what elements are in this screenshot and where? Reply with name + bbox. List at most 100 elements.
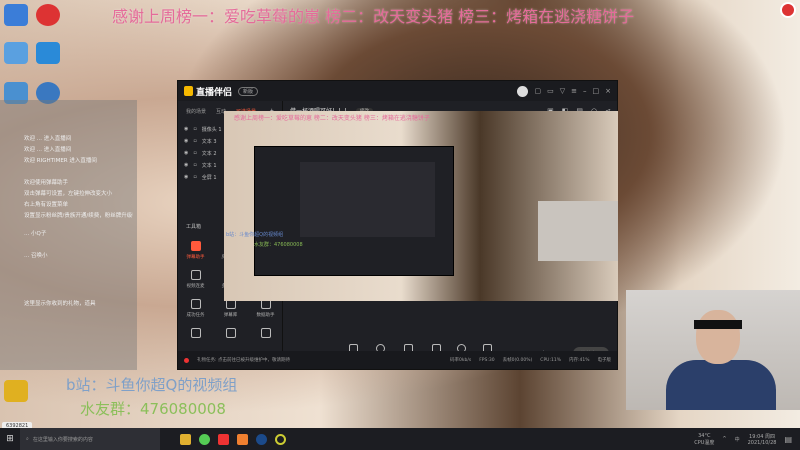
eye-icon[interactable]: ◉ (184, 138, 188, 144)
file-explorer-icon[interactable] (180, 433, 191, 445)
app-name: 直播伴侣 (196, 87, 233, 98)
status-message: 礼物任务: 点击前往已被升级维护中，敬请期待 (197, 358, 290, 363)
tool-danmaku-lib[interactable]: 弹幕库 (213, 299, 248, 318)
cpu-temp: 34°C CPU温度 (694, 433, 714, 446)
desktop-icon[interactable] (4, 4, 28, 26)
memory-usage: 内存:41% (568, 358, 590, 363)
search-placeholder: 在这里输入你要搜索的内容 (32, 436, 93, 443)
clock-time: 19:04 周四 (749, 433, 776, 440)
tool-label: 成功任务 (186, 313, 205, 318)
app-shortcut-icon[interactable] (780, 2, 796, 18)
tool-data-helper[interactable]: 数据助手 (248, 299, 283, 318)
preview-banner: 感谢上周榜一：爱吃草莓的崽 榜二：改天变头猪 榜三：烤箱在逃浇糖饼子 (234, 115, 430, 122)
eye-icon[interactable]: ◉ (184, 162, 188, 168)
tool-label: 数据助手 (256, 313, 275, 318)
version-label: 电子版 (597, 358, 612, 363)
app-icon[interactable] (275, 433, 286, 445)
lock-icon[interactable]: ▫ (193, 150, 196, 156)
tool-label: 弹幕助手 (186, 255, 205, 260)
chat-line: 欢迎 ... 进入直播间 (24, 147, 72, 153)
steam-icon[interactable] (256, 433, 267, 445)
app-icon[interactable] (199, 433, 210, 445)
stream-preview: 感谢上周榜一：爱吃草莓的崽 榜二：改天变头猪 榜三：烤箱在逃浇糖饼子 b站：斗鱼… (224, 111, 618, 301)
maximize-icon[interactable]: □ (593, 87, 600, 95)
live-companion-icon[interactable] (237, 433, 248, 445)
lock-icon[interactable]: ▫ (193, 126, 196, 132)
logo-icon (184, 86, 193, 96)
danmaku-icon (190, 241, 201, 251)
desktop-icon[interactable] (4, 42, 28, 64)
chat-line: 欢迎 RIGHTIMER 进入直播间 (24, 158, 97, 164)
status-bar: 礼物任务: 点击前往已被升级维护中，敬请期待 码率0kb/s FPS:30 丢帧… (178, 351, 617, 369)
desktop-icon[interactable] (36, 4, 60, 26)
qq-group-overlay-text: 水友群：476080008 (80, 400, 226, 418)
minimize-icon[interactable]: – (583, 87, 587, 95)
headband (694, 320, 742, 329)
streamer-body (666, 360, 776, 410)
source-label: 文本 3 (201, 138, 217, 145)
close-icon[interactable]: × (605, 87, 611, 95)
chat-line: 右上角有设置菜单 (24, 202, 69, 208)
alert-icon (184, 357, 189, 363)
preview-overlay-text: 水友群：476080008 (254, 242, 303, 248)
streaming-app-window: 直播伴侣 新版 ▢ ▭ ▽ ≡ – □ × 我的场景 互动 可选场景 + ◉▫摄… (177, 80, 618, 370)
chat-line: ... 小Q子 (24, 231, 47, 237)
shirt-icon[interactable]: ▽ (560, 87, 565, 95)
message-icon[interactable]: ▢ (534, 87, 541, 95)
tool-success-tasks[interactable]: 成功任务 (178, 299, 213, 318)
tab-my-scenes[interactable]: 我的场景 (186, 108, 206, 116)
chat-line: 欢迎使用弹幕助手 (24, 180, 69, 186)
eye-icon[interactable]: ◉ (184, 174, 188, 180)
source-label: 文本 2 (201, 150, 217, 157)
tool-label: 弹幕库 (223, 313, 238, 318)
tray-up-icon[interactable]: ^ (722, 436, 726, 442)
toolbox-label: 工具箱 (186, 224, 202, 230)
avatar[interactable] (517, 85, 529, 97)
chat-line: 这里显示你收到的礼物，道具 (24, 301, 96, 307)
clock-date: 2021/10/28 (747, 439, 777, 446)
fps: FPS:30 (479, 357, 495, 363)
tool-label: 视频连麦 (186, 284, 205, 289)
eye-icon[interactable]: ◉ (184, 150, 188, 156)
link-icon (190, 270, 201, 280)
bitrate: 码率0kb/s (450, 358, 472, 363)
nested-preview-inner (300, 162, 435, 237)
tool-cast[interactable] (178, 328, 213, 341)
webcam-overlay (626, 290, 800, 410)
chat-line: 双击弹幕可设置，左键拉伸改变大小 (24, 191, 113, 197)
chat-line: 欢迎 ... 进入直播间 (24, 136, 72, 142)
streamer-head (696, 310, 740, 364)
desktop-icon[interactable] (36, 42, 60, 64)
tool-danmaku-helper[interactable]: 弹幕助手 (178, 241, 213, 260)
temp-label: CPU温度 (694, 439, 715, 446)
chat-icon[interactable]: ▭ (547, 87, 554, 95)
lock-icon[interactable]: ▫ (193, 138, 196, 144)
windows-start-icon[interactable]: ⊞ (0, 434, 20, 444)
desktop-icon[interactable] (4, 380, 28, 402)
cast-icon (190, 328, 201, 338)
nested-preview (254, 146, 454, 276)
eye-icon[interactable]: ◉ (184, 126, 188, 132)
douyu-icon[interactable] (218, 433, 229, 445)
lock-icon[interactable]: ▫ (193, 162, 196, 168)
download-icon (190, 299, 201, 309)
bilibili-overlay-text: b站：斗鱼你超Q的视频组 (66, 376, 238, 394)
ime-icon[interactable]: 中 (735, 436, 740, 443)
tool-video-link[interactable]: 视频连麦 (178, 270, 213, 289)
menu-icon[interactable]: ≡ (571, 87, 577, 95)
dropped-frames: 丢帧0(0.00%) (502, 358, 533, 363)
chat-line: ... 召唤小 (24, 253, 48, 259)
notification-icon[interactable]: ▤ (784, 435, 792, 444)
app-logo: 直播伴侣 (184, 85, 232, 98)
cpu-usage: CPU:11% (540, 357, 561, 363)
danmaku-chat-panel: 欢迎 ... 进入直播间 欢迎 ... 进入直播间 欢迎 RIGHTIMER 进… (0, 100, 137, 370)
source-label: 全屏 1 (201, 174, 217, 181)
preview-webcam (538, 201, 618, 261)
search-icon: ⌕ (26, 436, 29, 442)
source-label: 文本 1 (201, 162, 217, 169)
version-badge[interactable]: 新版 (238, 86, 259, 96)
clock[interactable]: 19:04 周四 2021/10/28 (748, 433, 777, 446)
taskbar-search[interactable]: ⌕ 在这里输入你要搜索的内容 (20, 428, 160, 450)
lock-icon[interactable]: ▫ (193, 174, 196, 180)
thanks-banner: 感谢上周榜一：爱吃草莓的崽 榜二：改天变头猪 榜三：烤箱在逃浇糖饼子 (112, 7, 635, 26)
